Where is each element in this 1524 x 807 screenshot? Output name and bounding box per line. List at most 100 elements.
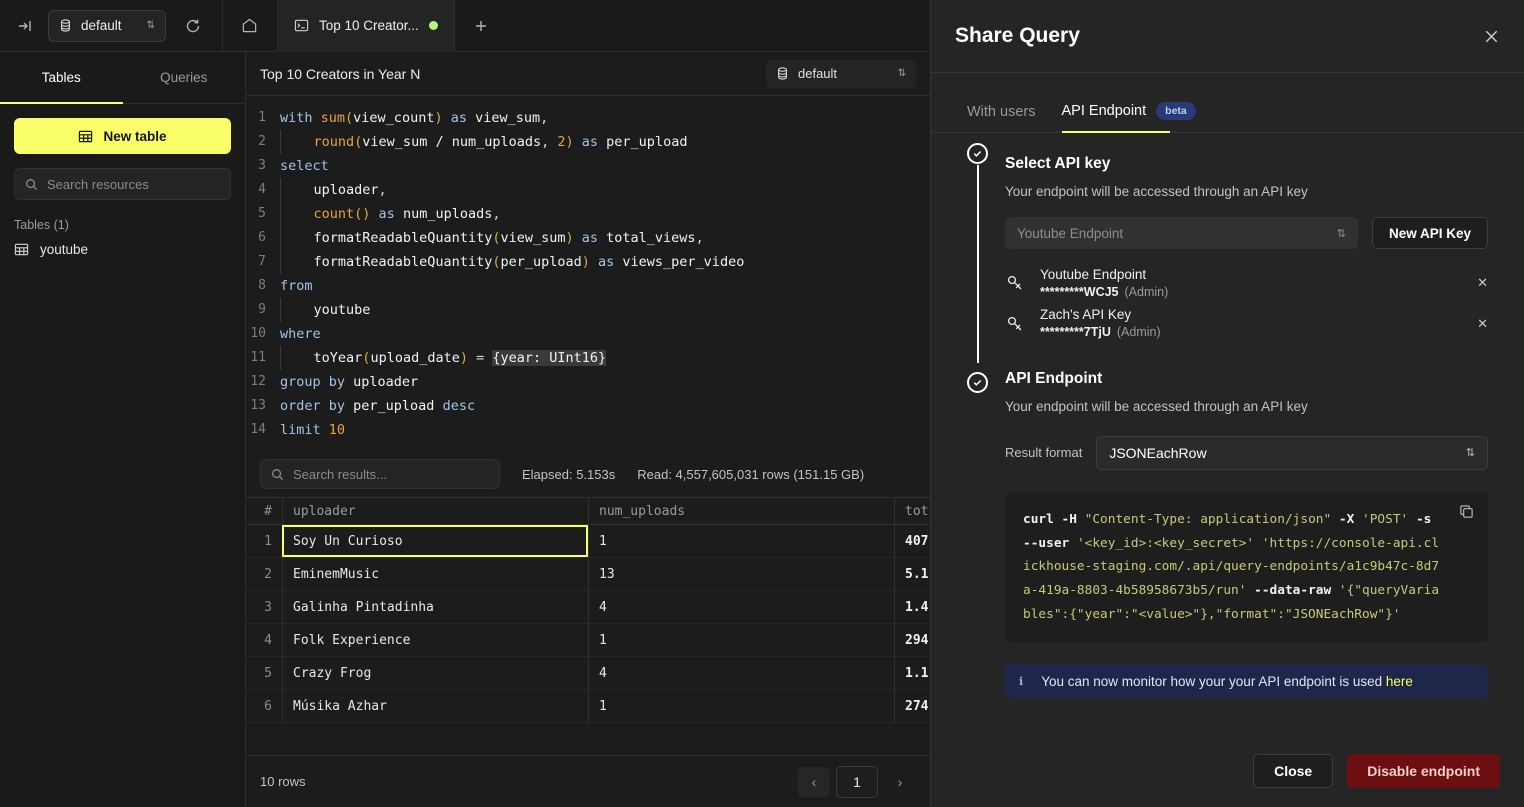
code-token: , (379, 182, 387, 198)
sidebar-tab-queries-label: Queries (160, 70, 207, 85)
num-uploads-cell[interactable]: 4 (588, 657, 894, 689)
sidebar-tab-queries[interactable]: Queries (123, 52, 246, 103)
api-key-secret: *********WCJ5(Admin) (1040, 284, 1168, 301)
num-uploads-cell[interactable]: 1 (588, 624, 894, 656)
collapse-sidebar-icon[interactable] (10, 11, 40, 41)
api-key-role: (Admin) (1117, 325, 1161, 339)
code-token: sum (321, 110, 345, 126)
sidebar-item-youtube[interactable]: youtube (0, 236, 245, 263)
tab-with-users[interactable]: With users (967, 104, 1036, 132)
sql-editor[interactable]: 1with sum(view_count) as view_sum,2 roun… (246, 96, 930, 451)
table-row[interactable]: 4Folk Experience1294 (246, 624, 930, 657)
step2-title: API Endpoint (1005, 362, 1488, 388)
column-header[interactable]: num_uploads (588, 498, 894, 524)
code-line: 6 formatReadableQuantity(view_sum) as to… (246, 226, 930, 250)
column-header[interactable]: tot (894, 498, 930, 524)
home-icon[interactable] (235, 11, 265, 41)
uploader-cell[interactable]: Folk Experience (282, 624, 588, 656)
remove-api-key-icon[interactable]: ✕ (1477, 316, 1488, 332)
total-views-cell[interactable]: 274 (894, 690, 930, 722)
result-format-select[interactable]: JSONEachRow ⇅ (1096, 436, 1488, 470)
code-token: , (696, 230, 704, 246)
total-views-cell[interactable]: 407 (894, 525, 930, 557)
new-api-key-label: New API Key (1389, 226, 1471, 241)
table-header-row: #uploadernum_uploadstot (246, 497, 930, 525)
code-token: ( (345, 110, 353, 126)
code-text: uploader, (280, 178, 387, 202)
curl-part-1: curl -H (1023, 512, 1085, 527)
table-row[interactable]: 1Soy Un Curioso1407 (246, 525, 930, 558)
row-index-cell: 1 (246, 534, 282, 549)
uploader-cell[interactable]: Crazy Frog (282, 657, 588, 689)
table-row[interactable]: 5Crazy Frog41.1 (246, 657, 930, 690)
uploader-cell[interactable]: Soy Un Curioso (282, 525, 588, 557)
line-number: 5 (246, 202, 280, 226)
remove-api-key-icon[interactable]: ✕ (1477, 275, 1488, 291)
database-name: default (81, 18, 122, 33)
api-key-item[interactable]: Zach's API Key*********7TjU(Admin)✕ (1005, 303, 1488, 343)
code-text: select (280, 154, 329, 178)
uploader-cell[interactable]: Músika Azhar (282, 690, 588, 722)
new-tab-button[interactable] (455, 0, 507, 52)
curl-part-2: "Content-Type: application/json" (1085, 512, 1332, 527)
total-views-cell[interactable]: 5.1 (894, 558, 930, 590)
line-number: 13 (246, 394, 280, 418)
close-button[interactable]: Close (1253, 754, 1333, 788)
close-button-label: Close (1274, 763, 1312, 779)
database-icon (776, 67, 789, 80)
total-views-cell[interactable]: 1.4 (894, 591, 930, 623)
table-row[interactable]: 3Galinha Pintadinha41.4 (246, 591, 930, 624)
table-row[interactable]: 6Músika Azhar1274 (246, 690, 930, 723)
search-resources-input[interactable]: Search resources (14, 168, 231, 200)
code-token: youtube (314, 302, 371, 318)
new-table-button[interactable]: New table (14, 118, 231, 154)
code-text: round(view_sum / num_uploads, 2) as per_… (280, 130, 687, 154)
results-footer: 10 rows ‹ 1 › (246, 755, 930, 807)
api-key-item[interactable]: Youtube Endpoint*********WCJ5(Admin) ✕ (1005, 263, 1488, 303)
query-database-name: default (798, 66, 837, 81)
step2-description: Your endpoint will be accessed through a… (1005, 399, 1488, 414)
monitor-here-link[interactable]: here (1386, 674, 1413, 689)
api-key-text: Youtube Endpoint*********WCJ5(Admin) (1040, 266, 1168, 300)
new-api-key-button[interactable]: New API Key (1372, 217, 1488, 249)
uploader-cell[interactable]: Galinha Pintadinha (282, 591, 588, 623)
num-uploads-cell[interactable]: 13 (588, 558, 894, 590)
tab-api-endpoint[interactable]: API Endpoint beta (1062, 102, 1196, 132)
row-count-label: 10 rows (260, 774, 306, 789)
app-root: default ⇅ Top 10 Creator... (0, 0, 1524, 807)
api-key-select[interactable]: Youtube Endpoint ⇅ (1005, 217, 1358, 249)
api-key-secret: *********7TjU(Admin) (1040, 324, 1161, 341)
key-icon (1005, 314, 1025, 334)
pagination-current-page[interactable]: 1 (836, 766, 878, 798)
pagination-next-button[interactable]: › (884, 767, 916, 797)
num-uploads-cell[interactable]: 4 (588, 591, 894, 623)
code-token: {year: UInt16} (492, 350, 606, 366)
num-uploads-cell[interactable]: 1 (588, 525, 894, 557)
num-uploads-cell[interactable]: 1 (588, 690, 894, 722)
column-header[interactable]: uploader (282, 498, 588, 524)
table-row[interactable]: 2EminemMusic135.1 (246, 558, 930, 591)
disable-endpoint-button[interactable]: Disable endpoint (1347, 754, 1500, 788)
sidebar-tab-tables[interactable]: Tables (0, 52, 123, 103)
code-line: 1with sum(view_count) as view_sum, (246, 106, 930, 130)
chevron-updown-icon: ⇅ (898, 68, 906, 79)
refresh-icon[interactable] (178, 11, 208, 41)
result-format-label: Result format (1005, 445, 1082, 460)
curl-part-7: --data-raw (1246, 583, 1338, 598)
database-selector[interactable]: default ⇅ (48, 10, 166, 42)
copy-icon[interactable] (1459, 504, 1474, 519)
query-tab[interactable]: Top 10 Creator... (278, 0, 455, 52)
total-views-cell[interactable]: 294 (894, 624, 930, 656)
uploader-cell[interactable]: EminemMusic (282, 558, 588, 590)
column-header[interactable]: # (246, 504, 282, 519)
code-text: with sum(view_count) as view_sum, (280, 106, 548, 130)
code-token: views_per_video (622, 254, 744, 270)
query-database-selector[interactable]: default ⇅ (766, 60, 916, 88)
close-icon[interactable] (1483, 28, 1500, 45)
pagination-prev-button[interactable]: ‹ (798, 767, 830, 797)
total-views-cell[interactable]: 1.1 (894, 657, 930, 689)
indent-guide (280, 250, 314, 274)
search-results-input[interactable]: Search results... (260, 459, 500, 489)
step-complete-icon (967, 143, 988, 164)
top-bar: default ⇅ Top 10 Creator... (0, 0, 930, 52)
